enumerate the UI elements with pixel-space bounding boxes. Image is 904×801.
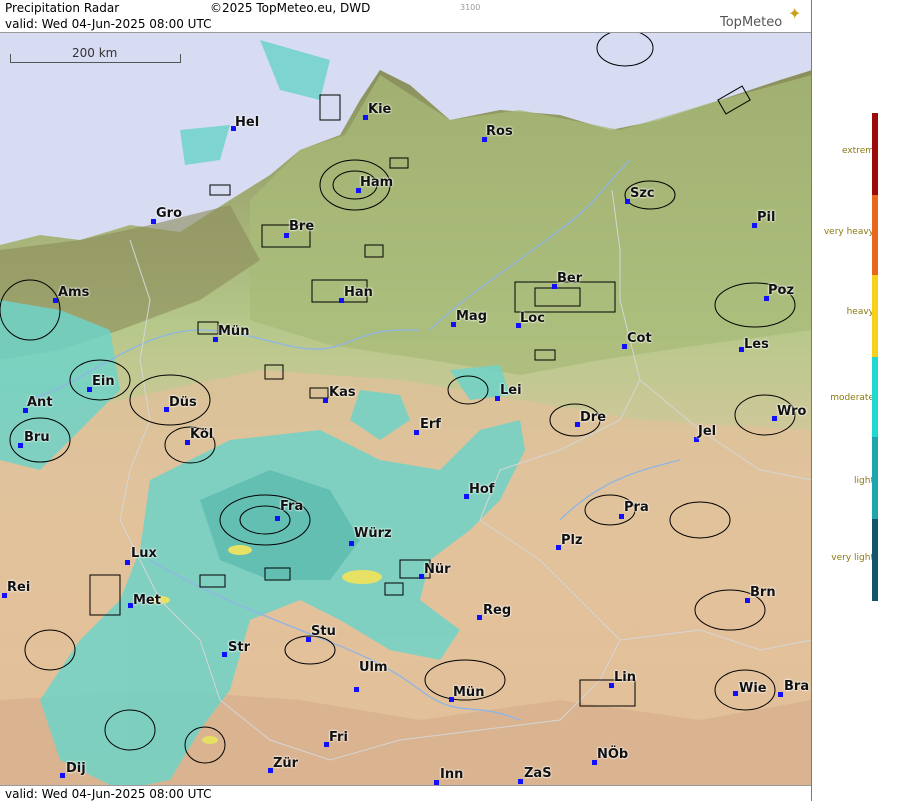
city-label: Mün <box>453 685 485 700</box>
footer-bar: valid: Wed 04-Jun-2025 08:00 UTC <box>0 785 811 801</box>
city-label: Bre <box>289 219 315 234</box>
valid-time-text: valid: Wed 04-Jun-2025 08:00 UTC <box>5 17 212 31</box>
city-label: Ams <box>58 285 90 300</box>
city-label: NÖb <box>597 747 629 762</box>
city-marker <box>323 398 328 403</box>
footer-valid-time: valid: Wed 04-Jun-2025 08:00 UTC <box>5 787 212 801</box>
city-marker <box>354 687 359 692</box>
city-label: Brn <box>750 585 776 600</box>
city-label: Kie <box>368 102 392 117</box>
legend-label-moderate: moderate <box>830 393 874 403</box>
legend-label-heavy: heavy <box>846 307 874 317</box>
tag-text: 3100 <box>460 3 481 12</box>
city-marker <box>477 615 482 620</box>
city-marker <box>349 541 354 546</box>
city-label: Mün <box>218 324 250 339</box>
city-label: Nür <box>424 562 451 577</box>
scale-bar: 200 km <box>10 46 182 64</box>
brand-logo: TopMeteo ✦ <box>718 4 801 30</box>
legend-swatch-very-heavy <box>872 195 878 275</box>
city-label: Erf <box>420 417 441 432</box>
city-label: Han <box>344 285 373 300</box>
city-marker <box>733 691 738 696</box>
compass-star-icon: ✦ <box>788 4 802 23</box>
city-label: Stu <box>311 624 336 639</box>
brand-name: TopMeteo <box>720 15 783 30</box>
product-title: Precipitation Radar <box>5 1 120 15</box>
city-label: Les <box>744 337 769 352</box>
city-marker <box>60 773 65 778</box>
city-label: Fra <box>280 499 304 514</box>
city-label: Pil <box>757 210 776 225</box>
city-label: Szc <box>630 186 655 201</box>
legend-swatch-light <box>872 437 878 519</box>
city-marker <box>414 430 419 435</box>
city-label: ZaS <box>524 766 552 781</box>
city-label: Wie <box>739 681 767 696</box>
city-label: Hof <box>469 482 495 497</box>
city-marker <box>222 652 227 657</box>
city-label: Köl <box>190 427 214 442</box>
city-label: Ber <box>557 271 583 286</box>
city-label: Pra <box>624 500 649 515</box>
city-label: Wro <box>777 404 807 419</box>
city-marker <box>18 443 23 448</box>
city-label: Loc <box>520 311 545 326</box>
valid-time-header: valid: Wed 04-Jun-2025 08:00 UTC <box>0 16 811 33</box>
legend-label-very-light: very light <box>831 553 874 563</box>
city-marker <box>275 516 280 521</box>
city-label: Bru <box>24 430 50 445</box>
legend-swatch-extrem <box>872 113 878 195</box>
city-label: Dre <box>580 410 607 425</box>
city-label: Düs <box>169 395 197 410</box>
city-label: Würz <box>354 526 392 541</box>
city-label: Kas <box>329 385 356 400</box>
scale-bar-label: 200 km <box>72 46 118 60</box>
city-label: Rei <box>7 580 31 595</box>
city-label: Ein <box>92 374 115 389</box>
city-marker <box>518 779 523 784</box>
header-bar: Precipitation Radar ©2025 TopMeteo.eu, D… <box>0 0 811 17</box>
city-label: Ros <box>486 124 513 139</box>
city-marker <box>778 692 783 697</box>
city-label: Fri <box>329 730 348 745</box>
legend-label-extrem: extrem <box>841 146 874 156</box>
legend-label-light: light <box>854 476 874 486</box>
city-label: Jel <box>698 424 717 439</box>
city-label: Mag <box>456 309 488 324</box>
city-label: Inn <box>440 767 464 782</box>
city-label: Bra <box>784 679 810 694</box>
city-label: Dij <box>66 761 86 776</box>
city-label: Ulm <box>359 660 388 675</box>
legend-swatch-very-light <box>872 519 878 601</box>
city-label: Poz <box>768 283 795 298</box>
city-label: Hel <box>235 115 260 130</box>
city-label: Ham <box>360 175 394 190</box>
city-label: Plz <box>561 533 583 548</box>
copyright-text: ©2025 TopMeteo.eu, DWD <box>210 1 371 15</box>
city-label: Lei <box>500 383 522 398</box>
city-label: Cot <box>627 331 652 346</box>
city-label: Lin <box>614 670 636 685</box>
legend-swatch-heavy <box>872 275 878 357</box>
city-label: Lux <box>131 546 157 561</box>
city-label: Reg <box>483 603 512 618</box>
city-label: Zür <box>273 756 299 771</box>
city-marker <box>125 560 130 565</box>
legend-label-very-heavy: very heavy <box>823 227 874 237</box>
city-label: Str <box>228 640 250 655</box>
radar-map: Hel Kie Ros Ham Szc Gro Bre Pil Ams Ber … <box>0 0 812 801</box>
map-background <box>0 0 811 801</box>
city-label: Gro <box>156 206 183 221</box>
city-label: Ant <box>27 395 53 410</box>
city-label: Met <box>133 593 161 608</box>
legend-swatch-moderate <box>872 357 878 437</box>
